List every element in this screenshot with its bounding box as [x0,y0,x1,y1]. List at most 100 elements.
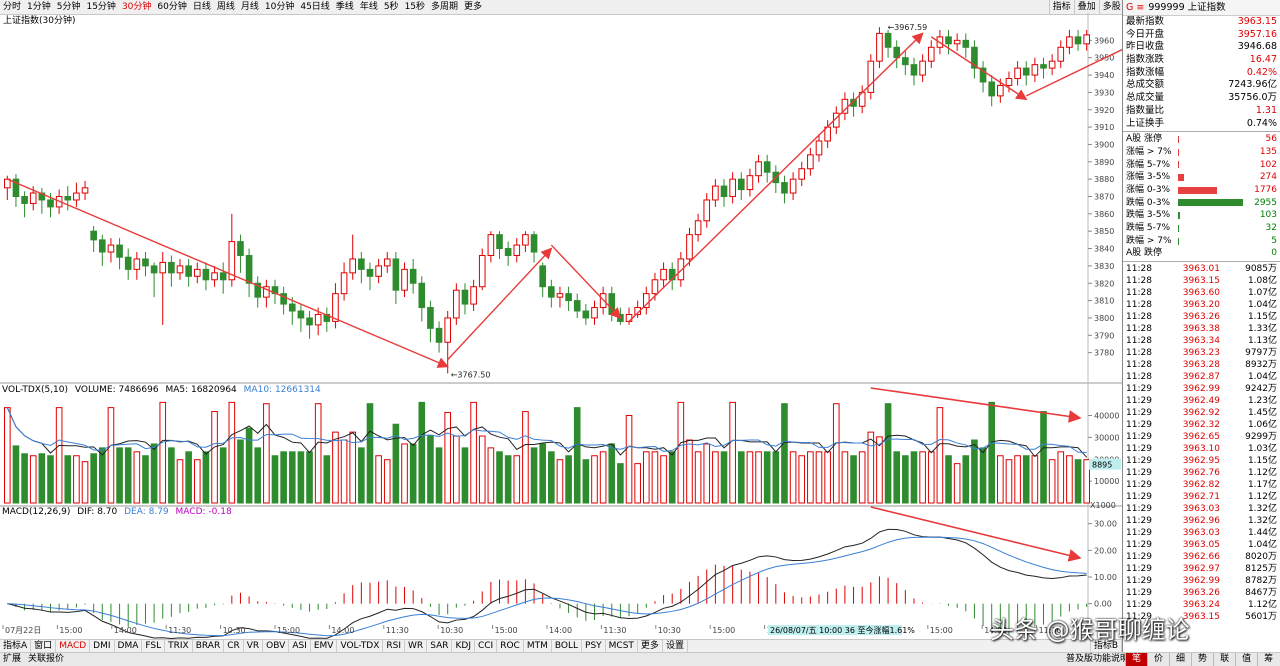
status-tab[interactable]: 值 [1235,653,1257,666]
volume-bar [556,459,564,504]
tick-volume: 1.13亿 [1247,336,1277,347]
candle-body [755,161,762,177]
tick-price: 3962.99 [1182,576,1220,587]
tick-row: 11:29 3962.82 1.17亿 [1123,479,1280,491]
x-tick-label: 11:30 [386,626,409,635]
candle-body [21,196,28,204]
status-tab[interactable]: 联 [1213,653,1235,666]
volume-bar [81,461,89,504]
volume-bar [107,407,115,504]
candle-body [288,303,296,312]
candle-body [539,265,546,288]
volume-bar [781,403,788,504]
volume-bar [168,447,175,504]
tick-row: 11:29 3963.05 1.04亿 [1123,539,1280,551]
help-link[interactable]: 普及版功能说明 [1066,653,1129,666]
quote-row: 最新指数 3963.15 [1123,16,1280,29]
expand-button[interactable]: 扩展 [3,653,21,666]
price-tick-label: 3940 [1094,71,1114,80]
volume-bar [211,411,218,504]
volume-bar [504,455,512,504]
candle-body [435,327,443,343]
quote-value: 0.42% [1246,66,1277,78]
status-tab[interactable]: 势 [1191,653,1213,666]
tick-row: 11:28 3963.34 1.13亿 [1123,335,1280,347]
tick-row: 11:29 3963.26 8467万 [1123,587,1280,599]
volume-bar [470,401,477,504]
trend-arrow [930,36,1028,101]
volume-bar [133,451,141,504]
tick-time: 11:29 [1126,456,1152,467]
status-tab[interactable]: 筹 [1257,653,1279,666]
distribution-label: 跌幅 5-7% [1126,223,1171,233]
volume-bar [651,451,659,504]
tick-row: 11:28 3963.60 1.07亿 [1123,287,1280,299]
candle-body [1083,34,1090,45]
volume-bar [323,455,331,504]
volume-bar [366,403,374,504]
volume-bar [435,447,443,504]
volume-bar [288,451,296,504]
chart-canvas[interactable]: 3780 3790 3800 3810 3820 3830 3840 3850 3860 3870… [0,13,1122,639]
candle-body [927,46,935,62]
macd-dea: DEA: 8.79 [124,507,169,517]
quote-panel: G ≡ 999999 上证指数 最新指数 3963.15 今日开盘 3957.16 昨日收… [1122,0,1280,665]
tick-volume: 9085万 [1245,264,1277,275]
quote-row: 总成交量 35756.0万 [1123,92,1280,105]
volume-bar [176,459,184,504]
tick-time: 11:28 [1126,360,1152,371]
candle-body [47,199,54,208]
vol-tick-label: 10000 [1094,477,1119,486]
status-tab[interactable]: 细 [1169,653,1191,666]
candle-body [340,272,348,295]
quote-label: 指数涨跌 [1126,54,1165,66]
distribution-value: 0 [1271,248,1277,259]
volume-bar [237,439,244,504]
volume-bar [642,451,650,504]
tick-price: 3962.97 [1182,564,1220,575]
dea-line [7,536,1087,637]
candle-body [703,199,711,222]
candle-body [29,192,37,204]
volume-bar [953,463,961,504]
tick-volume: 1.32亿 [1247,504,1277,515]
candle-body [297,310,305,319]
candle-body [358,258,365,270]
distribution-list: A股 涨停 56 涨幅 > 7% 135 涨幅 5-7% 102 涨幅 3-5% 274 涨幅 … [1123,133,1280,260]
tick-volume: 8932万 [1245,360,1277,371]
volume-bar [660,455,667,504]
tick-row: 11:29 3962.99 9242万 [1123,383,1280,395]
price-tick-label: 3920 [1094,106,1114,115]
related-quote-button[interactable]: 关联报价 [28,653,64,666]
status-tab[interactable]: 价 [1147,653,1169,666]
macd-tick-label: 30.00 [1094,520,1117,529]
candle-body [910,64,918,76]
date-tip: 26/08/07/五 10:00 36 至今涨幅1.61% [770,625,915,635]
tick-volume: 8020万 [1245,552,1277,563]
tick-volume: 1.15亿 [1247,312,1277,323]
tick-time: 11:29 [1126,528,1152,539]
quote-row: 指数涨跌 16.47 [1123,54,1280,67]
volume-bar [150,443,158,504]
volume-bar [427,435,434,504]
tick-price: 3963.03 [1182,528,1220,539]
volume-bar [867,431,875,504]
flag-icon: G ≡ [1126,2,1145,13]
candle-body [219,272,227,281]
status-tab[interactable]: 笔 [1125,653,1148,666]
tick-time: 11:29 [1126,468,1152,479]
volume-bar [401,443,408,504]
tick-list[interactable]: 11:28 3963.01 9085万 11:28 3963.15 1.08亿 11:28 3… [1123,263,1280,623]
tick-volume: 1.03亿 [1247,444,1277,455]
volume-bar [902,455,909,504]
distribution-row: A股 涨停 56 [1123,133,1280,146]
tick-row: 11:29 3962.32 1.06亿 [1123,419,1280,431]
tick-time: 11:29 [1126,408,1152,419]
candle-body [988,81,996,97]
price-tick-label: 3960 [1094,36,1114,45]
tick-row: 11:29 3962.92 1.45亿 [1123,407,1280,419]
candle-body [168,261,175,274]
x-tick-label: 15:00 [59,626,82,635]
x-tick-label: 11:30 [168,626,191,635]
volume-bar [945,455,952,504]
